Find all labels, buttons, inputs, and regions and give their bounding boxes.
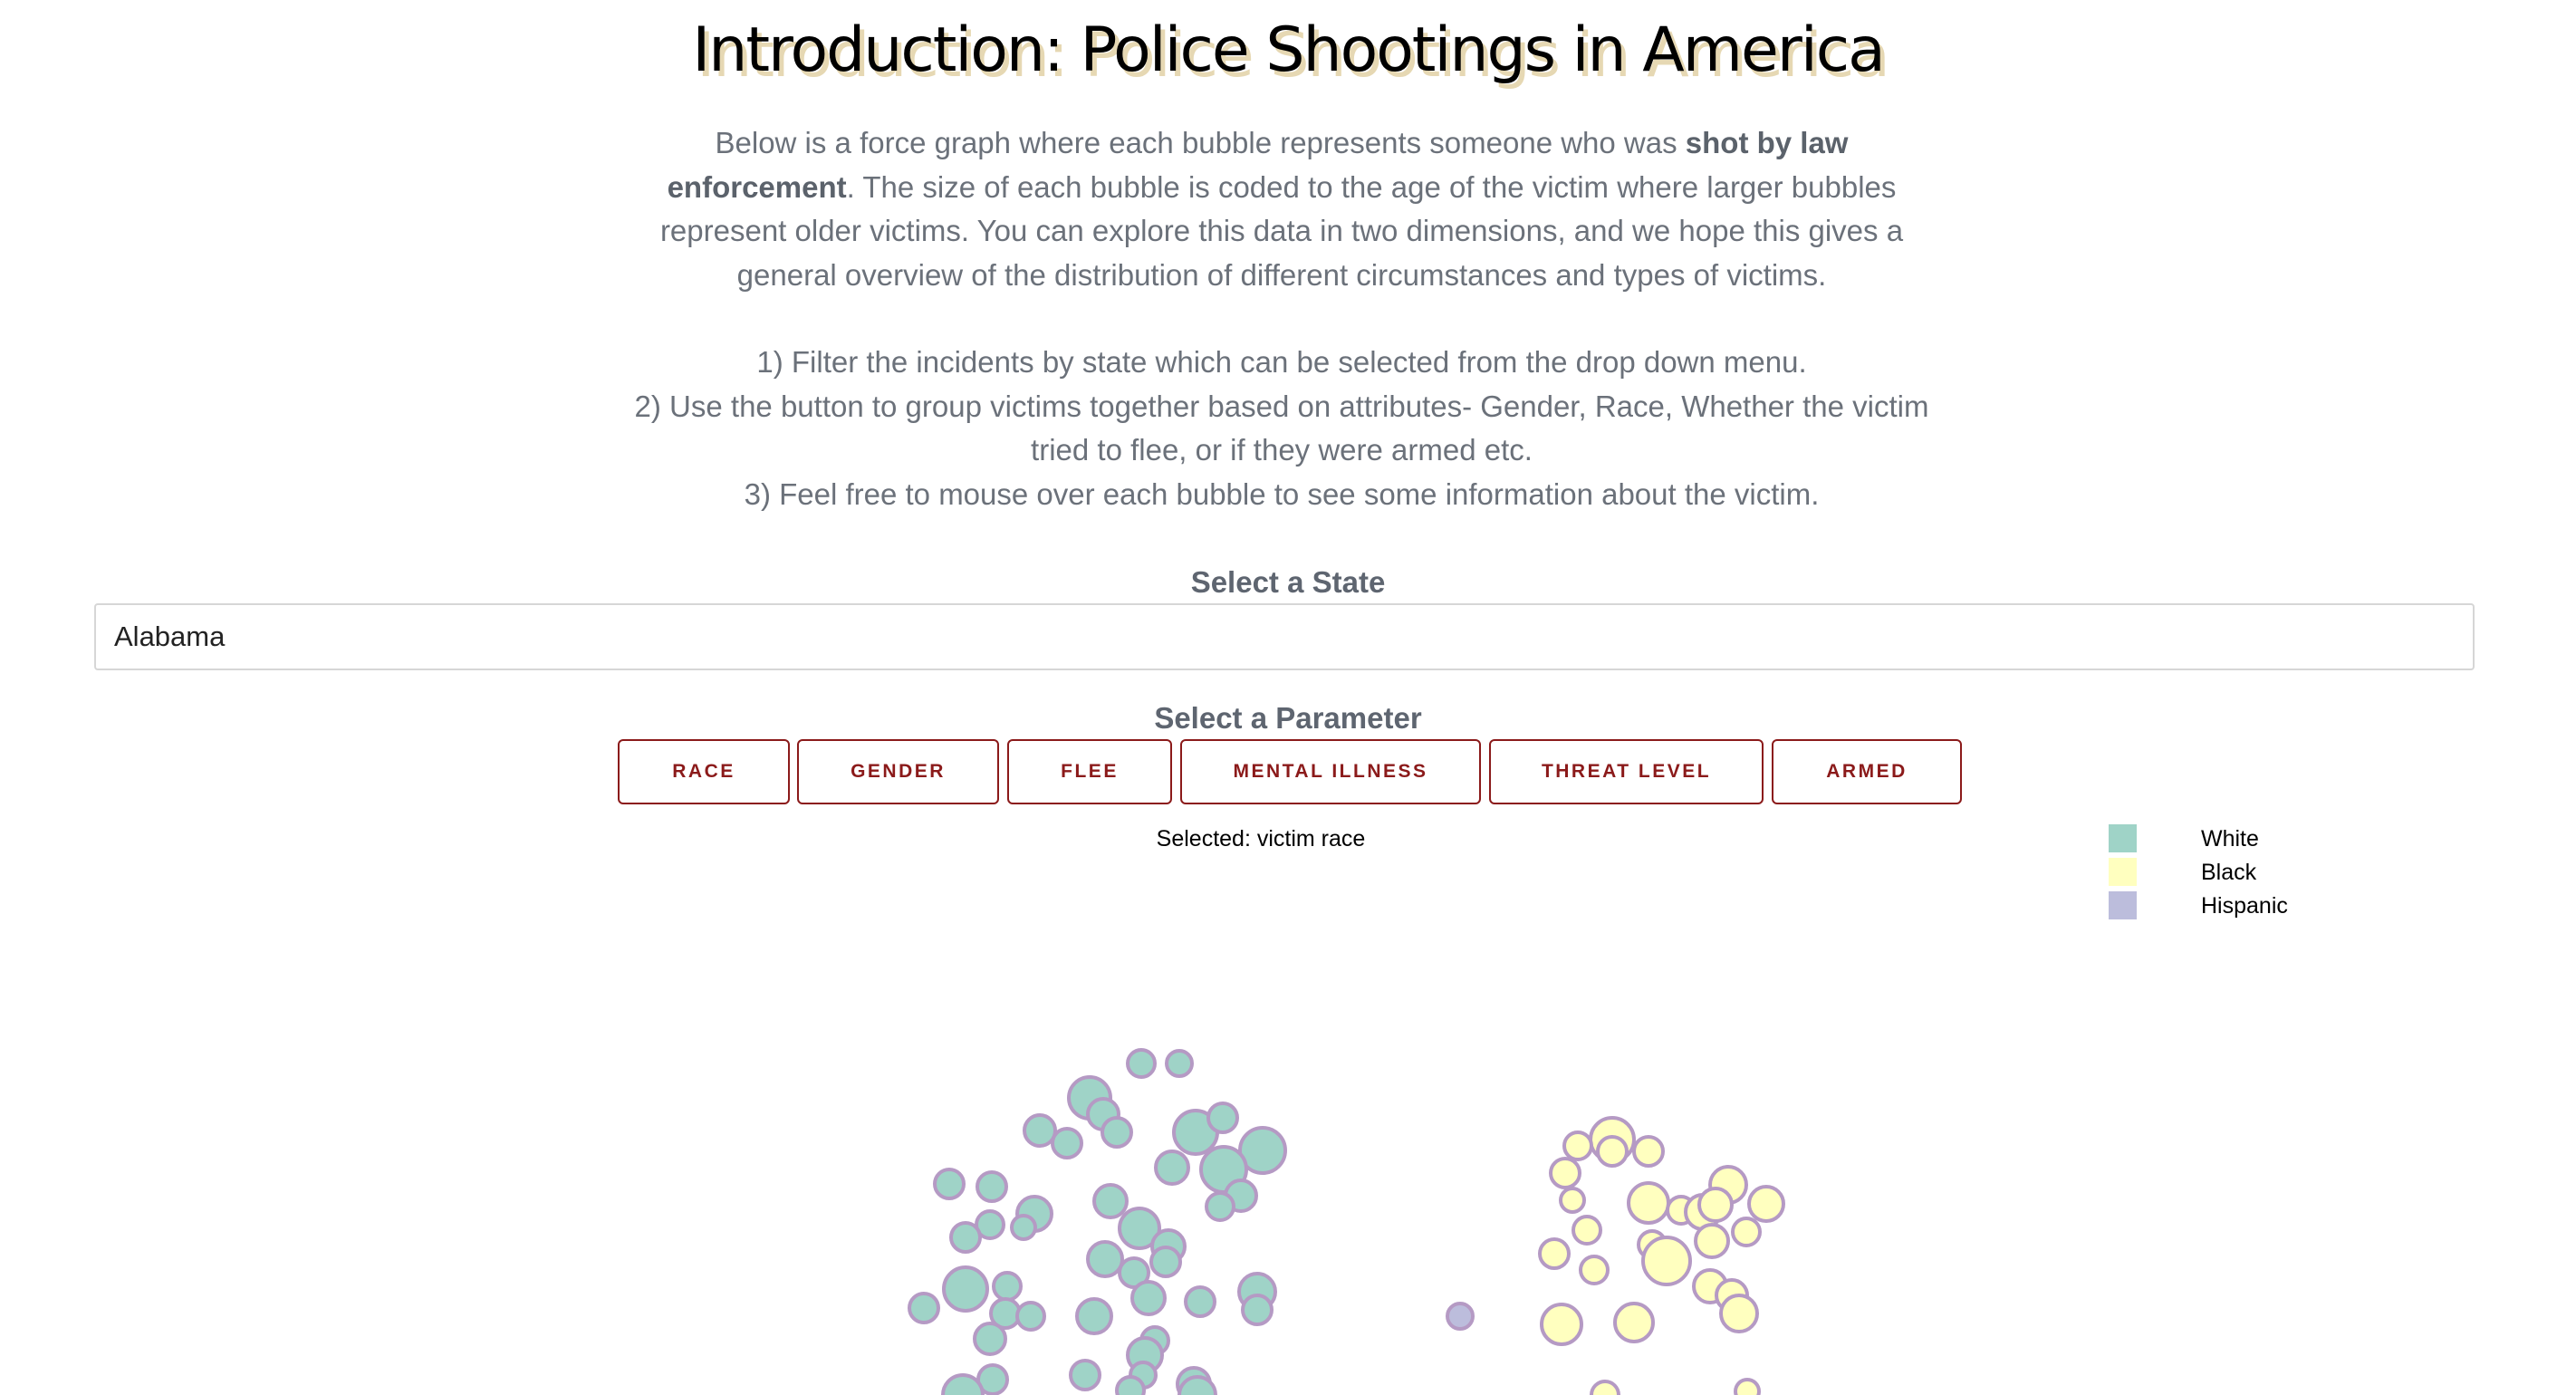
victim-bubble-white[interactable] (1086, 1240, 1124, 1278)
victim-bubble-white[interactable] (1023, 1113, 1057, 1148)
threat-level-button[interactable]: THREAT LEVEL (1489, 739, 1764, 804)
victim-bubble-white[interactable] (908, 1292, 940, 1324)
state-dropdown[interactable]: Alabama (94, 603, 2475, 670)
legend-swatch-hispanic (2109, 891, 2137, 919)
mental-illness-button[interactable]: MENTAL ILLNESS (1180, 739, 1481, 804)
victim-bubble-white[interactable] (976, 1170, 1008, 1203)
legend-item-black: Black (2109, 858, 2380, 891)
select-parameter-label: Select a Parameter (1154, 701, 1422, 735)
parameter-button-group: RACE GENDER FLEE MENTAL ILLNESS THREAT L… (0, 739, 2576, 804)
victim-bubble-white[interactable] (1092, 1183, 1129, 1219)
victim-bubble-white[interactable] (1075, 1297, 1113, 1335)
victim-bubble-white[interactable] (1010, 1214, 1037, 1241)
victim-bubble-black[interactable] (1694, 1223, 1730, 1259)
victim-bubble-white[interactable] (1101, 1116, 1133, 1149)
legend-item-hispanic: Hispanic (2109, 891, 2380, 925)
armed-button[interactable]: ARMED (1772, 739, 1962, 804)
victim-bubble-white[interactable] (1165, 1049, 1194, 1078)
victim-bubble-white[interactable] (1051, 1127, 1083, 1159)
victim-bubble-black[interactable] (1731, 1217, 1762, 1247)
victim-bubble-white[interactable] (1149, 1246, 1182, 1278)
legend: White Black Hispanic (2109, 824, 2380, 925)
victim-bubble-hispanic[interactable] (1446, 1302, 1475, 1331)
victim-bubble-black[interactable] (1627, 1181, 1670, 1225)
intro-text: Below is a force graph where each bubble… (634, 121, 1929, 516)
selected-parameter-text: Selected: victim race (1156, 826, 1366, 851)
victim-bubble-white[interactable] (1069, 1359, 1101, 1391)
page-title: Introduction: Police Shootings in Americ… (692, 14, 1886, 86)
victim-bubble-black[interactable] (1579, 1255, 1610, 1285)
race-button[interactable]: RACE (618, 739, 790, 804)
victim-bubble-black[interactable] (1559, 1187, 1586, 1214)
victim-bubble-black[interactable] (1747, 1185, 1785, 1223)
victim-bubble-black[interactable] (1590, 1380, 1620, 1395)
victim-bubble-black[interactable] (1540, 1303, 1583, 1346)
victim-bubble-white[interactable] (1115, 1375, 1146, 1395)
victim-bubble-white[interactable] (973, 1322, 1007, 1356)
victim-bubble-black[interactable] (1562, 1130, 1593, 1161)
victim-bubble-white[interactable] (992, 1271, 1023, 1302)
legend-swatch-white (2109, 824, 2137, 852)
victim-bubble-black[interactable] (1538, 1237, 1571, 1270)
victim-bubble-black[interactable] (1632, 1135, 1665, 1168)
instruction-step-2: 2) Use the button to group victims toget… (634, 389, 1929, 467)
victim-bubble-white[interactable] (942, 1265, 989, 1313)
legend-label-hispanic: Hispanic (2201, 893, 2288, 919)
flee-button[interactable]: FLEE (1007, 739, 1172, 804)
instruction-step-3: 3) Feel free to mouse over each bubble t… (744, 476, 1820, 511)
legend-item-white: White (2109, 824, 2380, 858)
victim-bubble-white[interactable] (1205, 1191, 1235, 1222)
intro-text-part2: . The size of each bubble is coded to th… (659, 169, 1904, 292)
victim-bubble-black[interactable] (1572, 1215, 1602, 1246)
victim-bubble-white[interactable] (1130, 1280, 1167, 1316)
victim-bubble-white[interactable] (1206, 1102, 1239, 1134)
gender-button[interactable]: GENDER (797, 739, 999, 804)
victim-bubble-black[interactable] (1697, 1187, 1734, 1223)
victim-bubble-white[interactable] (1126, 1048, 1157, 1079)
legend-swatch-black (2109, 858, 2137, 886)
legend-label-black: Black (2201, 860, 2257, 885)
victim-bubble-white[interactable] (1015, 1301, 1046, 1332)
victim-bubble-black[interactable] (1596, 1135, 1629, 1168)
victim-bubble-white[interactable] (1154, 1150, 1190, 1186)
victim-bubble-black[interactable] (1549, 1157, 1581, 1189)
victim-bubble-black[interactable] (1734, 1378, 1761, 1395)
instruction-step-1: 1) Filter the incidents by state which c… (756, 345, 1807, 379)
victim-bubble-black[interactable] (1719, 1294, 1759, 1333)
victim-bubble-white[interactable] (933, 1168, 966, 1200)
intro-text-part1: Below is a force graph where each bubble… (715, 126, 1686, 159)
victim-bubble-white[interactable] (949, 1221, 982, 1254)
legend-label-white: White (2201, 826, 2259, 851)
intro-paragraph: Below is a force graph where each bubble… (634, 121, 1929, 297)
victim-bubble-black[interactable] (1641, 1236, 1692, 1286)
force-bubble-chart (908, 1048, 1785, 1395)
victim-bubble-white[interactable] (1184, 1285, 1216, 1318)
victim-bubble-black[interactable] (1613, 1302, 1655, 1343)
victim-bubble-white[interactable] (1241, 1294, 1274, 1326)
select-state-label: Select a State (1190, 565, 1386, 599)
